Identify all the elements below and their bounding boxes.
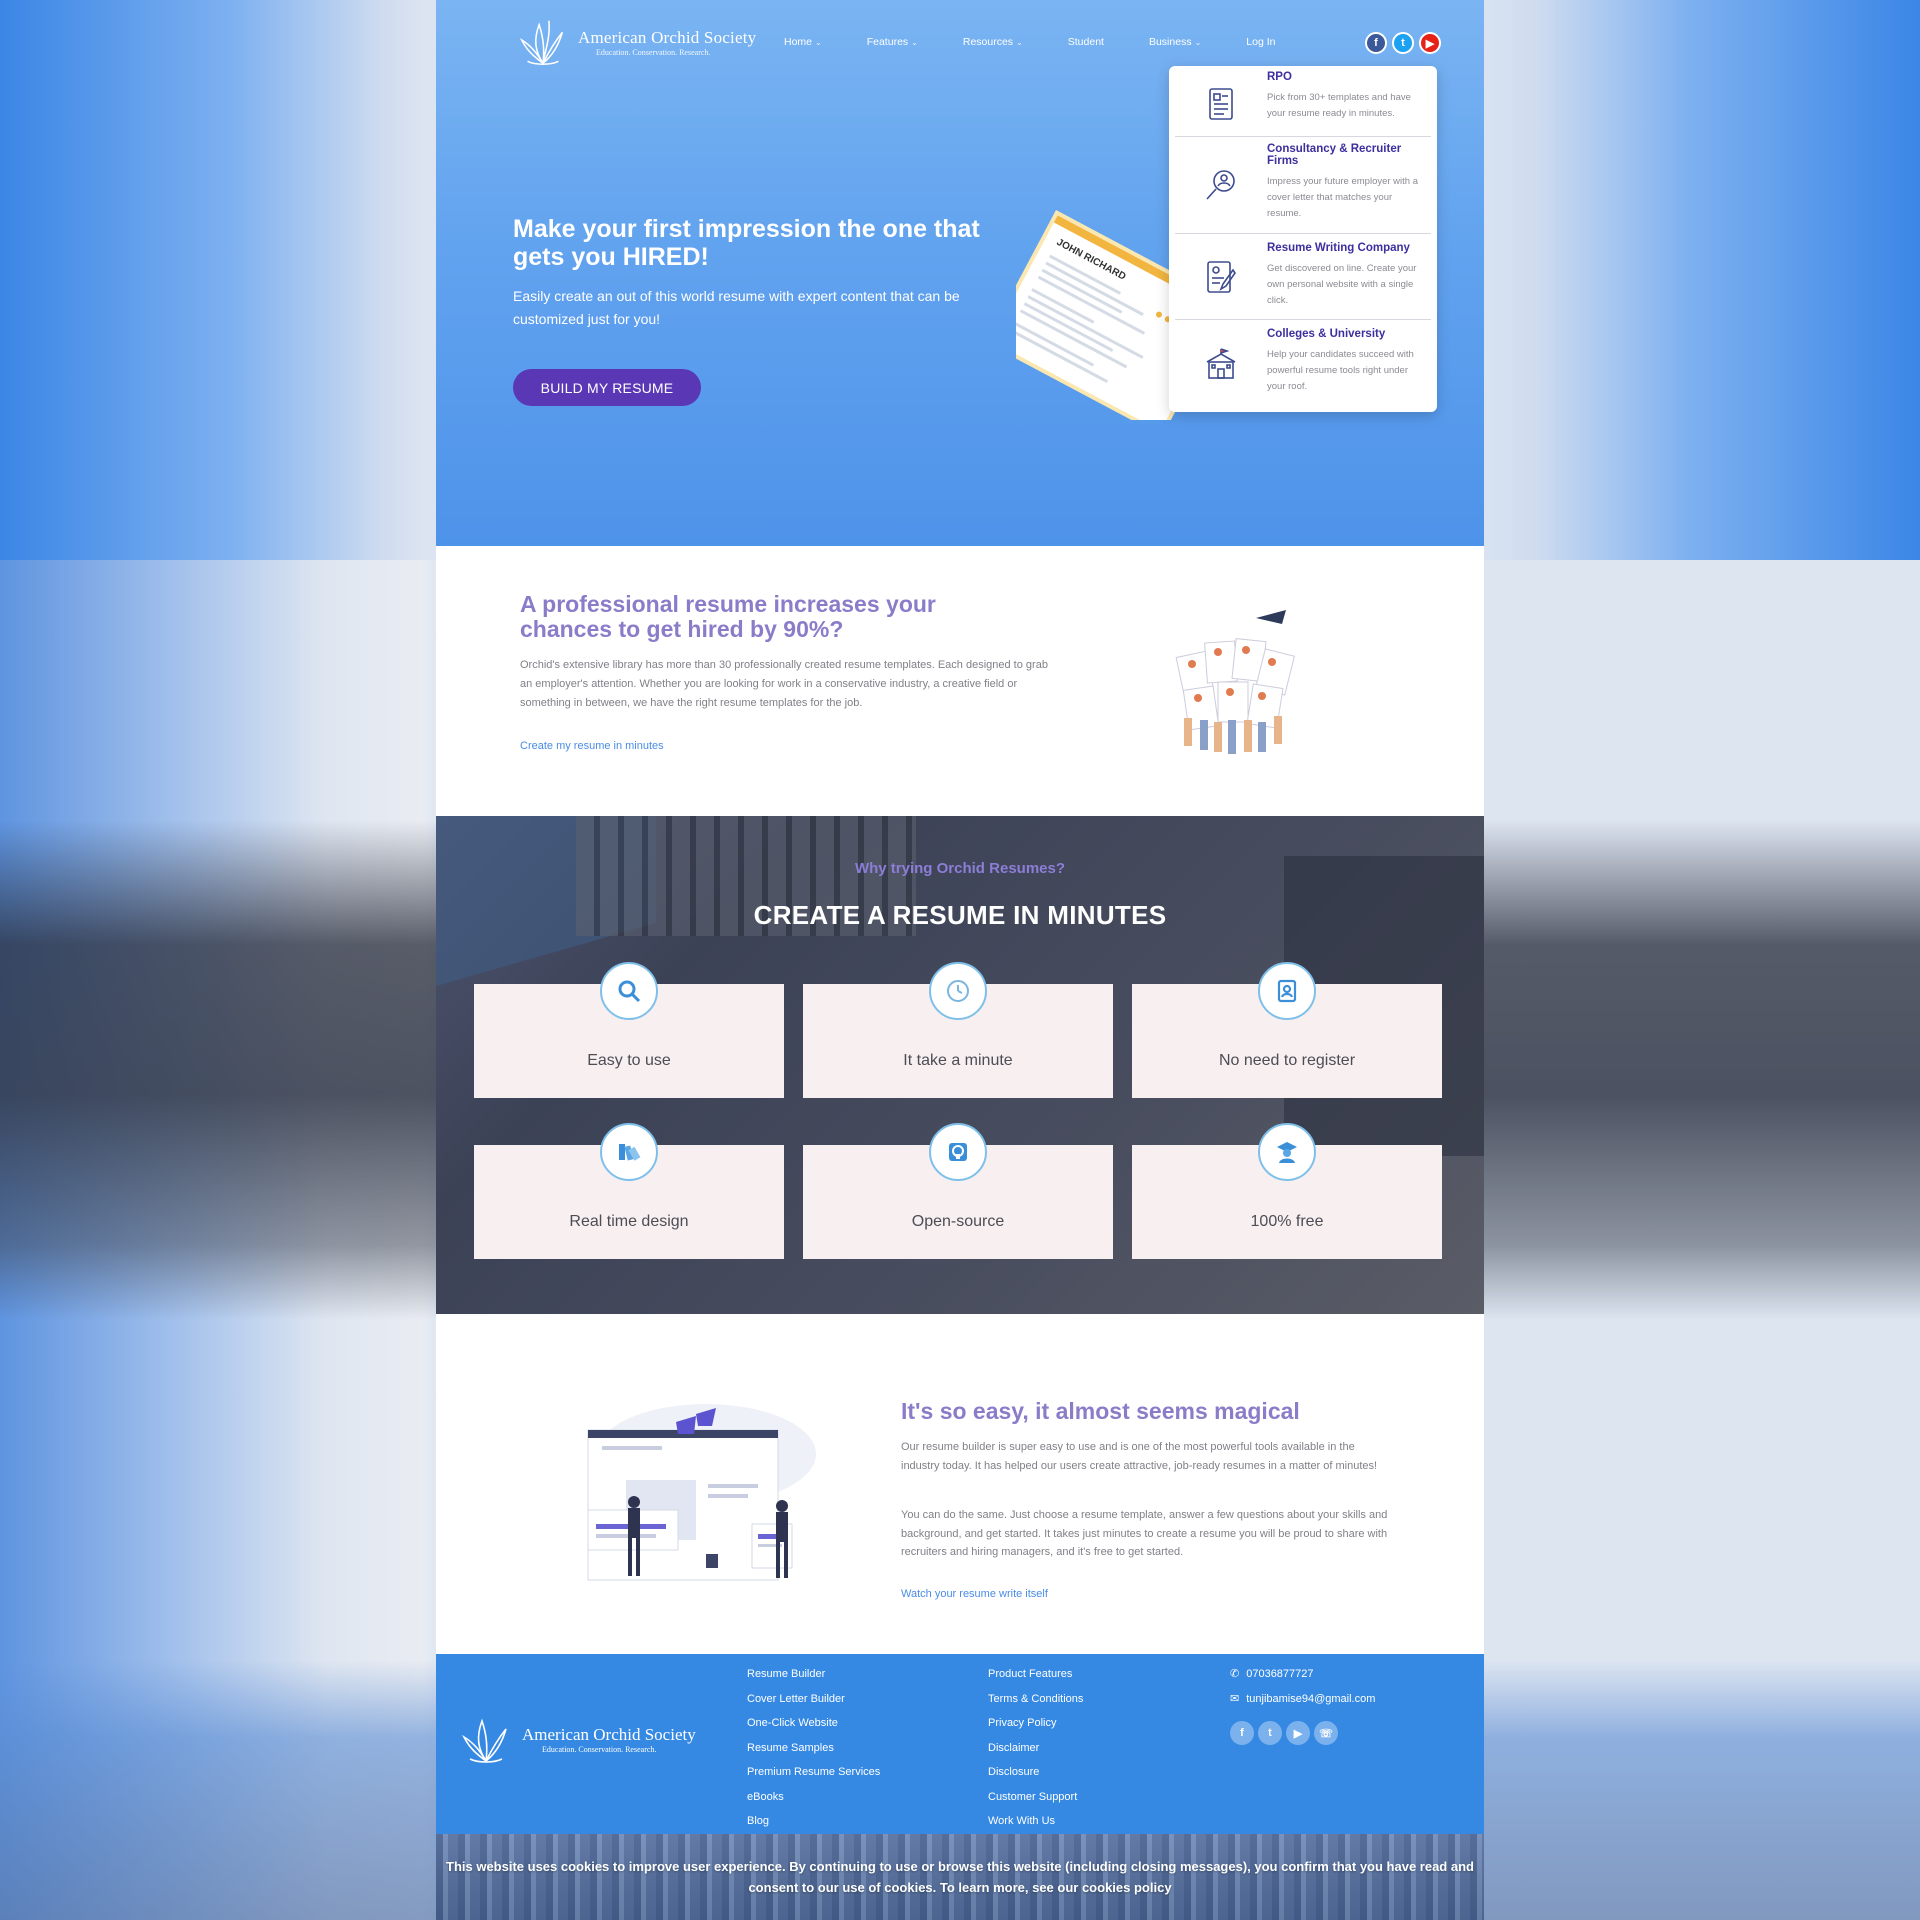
feature-label: Real time design: [569, 1213, 689, 1230]
site-footer: American Orchid Society Education. Conse…: [436, 1654, 1484, 1834]
section-paragraph: Our resume builder is super easy to use …: [901, 1441, 1378, 1472]
footer-link[interactable]: Premium Resume Services: [747, 1760, 880, 1785]
resumes-in-hands-illustration: [1175, 610, 1295, 754]
feature-card: Open-source: [803, 1123, 1113, 1259]
mail-icon: ✉: [1230, 1692, 1240, 1705]
footer-link[interactable]: Disclaimer: [988, 1736, 1083, 1761]
document-list-icon: [1175, 71, 1267, 136]
open-source-icon: [929, 1123, 987, 1181]
watch-resume-link[interactable]: Watch your resume write itself: [901, 1588, 1048, 1600]
palette-icon: [600, 1123, 658, 1181]
brand-tagline: Education. Conservation. Research.: [596, 47, 711, 57]
nav-login[interactable]: Log In: [1246, 34, 1275, 50]
hero-subtext: Easily create an out of this world resum…: [513, 288, 960, 327]
brand-name: American Orchid Society: [522, 1724, 696, 1744]
facebook-icon[interactable]: f: [1365, 32, 1387, 54]
chevron-down-icon: ⌄: [1016, 37, 1023, 47]
create-resume-link[interactable]: Create my resume in minutes: [520, 740, 664, 752]
footer-link[interactable]: Resume Samples: [747, 1736, 880, 1761]
feature-label: Open-source: [911, 1213, 1005, 1230]
email-row[interactable]: ✉ tunjibamise94@gmail.com: [1230, 1687, 1375, 1712]
footer-link[interactable]: Customer Support: [988, 1785, 1083, 1810]
youtube-icon[interactable]: ▶: [1419, 32, 1441, 54]
feature-label: 100% free: [1250, 1213, 1324, 1230]
youtube-icon[interactable]: ▶: [1286, 1721, 1310, 1745]
footer-link[interactable]: Cover Letter Builder: [747, 1687, 880, 1712]
chevron-down-icon: ⌄: [815, 37, 822, 47]
menu-item-consultancy[interactable]: Consultancy & Recruiter Firms Impress yo…: [1175, 137, 1431, 234]
footer-link[interactable]: Product Features: [988, 1662, 1083, 1687]
footer-logo[interactable]: American Orchid Society Education. Conse…: [456, 1708, 696, 1770]
feature-card: No need to register: [1132, 962, 1442, 1098]
graduate-icon: [1258, 1123, 1316, 1181]
section-heading: A professional resume increases your cha…: [520, 591, 936, 642]
footer-social: f t ▶ ☏: [1230, 1721, 1338, 1745]
footer-link[interactable]: Disclosure: [988, 1760, 1083, 1785]
feature-label: No need to register: [1218, 1052, 1356, 1069]
brand-name: American Orchid Society: [578, 27, 757, 47]
feature-card: Easy to use: [474, 962, 784, 1098]
orchid-logo-icon: [462, 1718, 507, 1764]
nav-student[interactable]: Student: [1068, 34, 1104, 50]
nav-home[interactable]: Home ⌄: [784, 34, 822, 50]
menu-item-rpo[interactable]: RPO Pick from 30+ templates and have you…: [1175, 71, 1431, 137]
section-title: CREATE A RESUME IN MINUTES: [753, 900, 1167, 930]
orchid-logo-icon: [519, 20, 564, 66]
clock-icon: [929, 962, 987, 1020]
brand-tagline: Education. Conservation. Research.: [542, 1744, 657, 1754]
section-body: Orchid's extensive library has more than…: [520, 659, 1048, 709]
footer-link[interactable]: Work With Us: [988, 1809, 1083, 1834]
footer-link[interactable]: eBooks: [747, 1785, 880, 1810]
nav-features[interactable]: Features ⌄: [867, 34, 918, 50]
footer-links-products: Resume Builder Cover Letter Builder One-…: [747, 1662, 880, 1834]
facebook-icon[interactable]: f: [1230, 1721, 1254, 1745]
footer-link[interactable]: Blog: [747, 1809, 880, 1834]
web-page: American Orchid Society Education. Conse…: [436, 0, 1484, 1920]
hero-section: American Orchid Society Education. Conse…: [436, 0, 1484, 546]
footer-link[interactable]: Privacy Policy: [988, 1711, 1083, 1736]
chevron-down-icon: ⌄: [911, 37, 918, 47]
nav-business[interactable]: Business ⌄: [1149, 34, 1201, 50]
business-dropdown-menu: RPO Pick from 30+ templates and have you…: [1169, 66, 1437, 412]
cookie-banner[interactable]: This website uses cookies to improve use…: [436, 1834, 1484, 1920]
feature-card: 100% free: [1132, 1123, 1442, 1259]
build-resume-button[interactable]: BUILD MY RESUME: [513, 369, 701, 406]
hero-headline: Make your first impression the one that …: [513, 215, 980, 271]
footer-link[interactable]: One-Click Website: [747, 1711, 880, 1736]
feature-label: It take a minute: [903, 1052, 1013, 1069]
search-icon: [600, 962, 658, 1020]
why-orchid-section: Why trying Orchid Resumes? CREATE A RESU…: [436, 816, 1484, 1314]
footer-link[interactable]: Resume Builder: [747, 1662, 880, 1687]
feature-card: Real time design: [474, 1123, 784, 1259]
professional-resume-section: A professional resume increases your cha…: [436, 546, 1484, 816]
cookie-message: This website uses cookies to improve use…: [446, 1859, 1474, 1895]
resume-edit-icon: [1175, 234, 1267, 319]
magical-section: It's so easy, it almost seems magical Ou…: [436, 1314, 1484, 1654]
menu-item-resume-writing[interactable]: Resume Writing Company Get discovered on…: [1175, 234, 1431, 320]
header-social: f t ▶: [1365, 32, 1441, 54]
footer-links-company: Product Features Terms & Conditions Priv…: [988, 1662, 1083, 1834]
section-eyebrow: Why trying Orchid Resumes?: [854, 860, 1066, 877]
phone-row[interactable]: ✆ 07036877727: [1230, 1662, 1375, 1687]
footer-link[interactable]: Terms & Conditions: [988, 1687, 1083, 1712]
school-building-icon: [1175, 320, 1267, 408]
section-heading: It's so easy, it almost seems magical: [901, 1398, 1300, 1424]
twitter-icon[interactable]: t: [1258, 1721, 1282, 1745]
menu-item-colleges[interactable]: Colleges & University Help your candidat…: [1175, 320, 1431, 408]
whatsapp-icon[interactable]: ☏: [1314, 1721, 1338, 1745]
site-logo[interactable]: American Orchid Society Education. Conse…: [514, 12, 756, 72]
feature-card: It take a minute: [803, 962, 1113, 1098]
resume-builder-illustration: [587, 1404, 816, 1581]
nav-resources[interactable]: Resources ⌄: [963, 34, 1023, 50]
twitter-icon[interactable]: t: [1392, 32, 1414, 54]
chevron-down-icon: ⌄: [1194, 37, 1202, 47]
phone-icon: ✆: [1230, 1668, 1240, 1680]
contact-card-icon: [1258, 962, 1316, 1020]
main-nav: Home ⌄ Features ⌄ Resources ⌄ Student Busin…: [784, 34, 1275, 50]
footer-contact: ✆ 07036877727 ✉ tunjibamise94@gmail.com: [1230, 1662, 1375, 1711]
section-paragraph: You can do the same. Just choose a resum…: [901, 1509, 1388, 1558]
feature-label: Easy to use: [587, 1052, 671, 1069]
search-person-icon: [1175, 137, 1267, 233]
